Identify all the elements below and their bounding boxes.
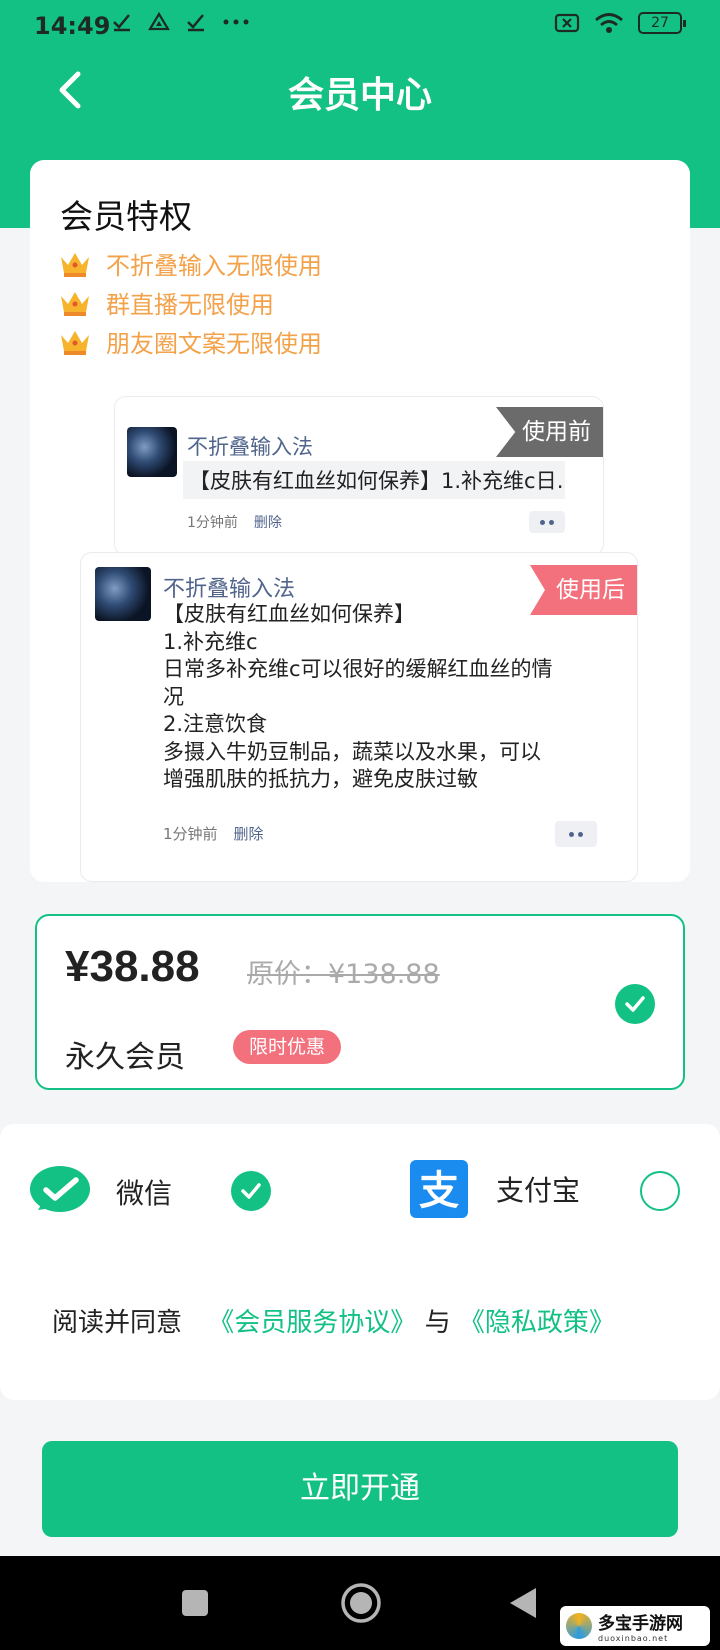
agreement-prefix: 阅读并同意: [52, 1308, 183, 1338]
battery-icon: 27: [638, 12, 686, 34]
status-bar: 14:49 27: [0, 0, 720, 56]
no-sim-icon: [554, 13, 580, 33]
avatar: [127, 427, 177, 477]
crown-icon: [61, 252, 89, 277]
plan-card[interactable]: ¥38.88 原价：¥138.88 永久会员 限时优惠: [35, 914, 685, 1090]
status-right-icons: 27: [554, 12, 686, 34]
status-time: 14:49: [34, 12, 111, 40]
post-author: 不折叠输入法: [163, 577, 296, 602]
post-time: 1分钟前: [163, 825, 218, 843]
perk-item: 群直播无限使用: [58, 285, 274, 320]
promo-badge: 限时优惠: [233, 1030, 342, 1064]
perk-item: 朋友圈文案无限使用: [58, 324, 322, 359]
alipay-label: 支付宝: [496, 1174, 581, 1207]
post-line: 日常多补充维c可以很好的缓解红血丝的情: [163, 657, 553, 681]
perk-label: 朋友圈文案无限使用: [106, 330, 322, 358]
agreement-connector: 与: [424, 1308, 451, 1338]
plan-selected-check-icon[interactable]: [615, 984, 655, 1024]
delete-link[interactable]: 删除: [234, 823, 264, 844]
before-tag: 使用前: [496, 407, 603, 457]
delete-link[interactable]: 删除: [254, 512, 282, 532]
post-line: 增强肌肤的抵抗力，避免皮肤过敏: [163, 767, 478, 791]
watermark-logo-icon: [566, 1613, 592, 1639]
post-line: 2.注意饮食: [163, 712, 268, 736]
post-time: 1分钟前: [187, 515, 238, 531]
check-icon: [187, 14, 204, 32]
perk-label: 群直播无限使用: [106, 291, 274, 319]
privilege-card: 会员特权 不折叠输入无限使用 群直播无限使用 朋友圈文案无限使用 不折叠输入法 …: [30, 160, 690, 882]
check-icon: [113, 14, 130, 32]
post-line: 多摄入牛奶豆制品，蔬菜以及水果，可以: [163, 739, 541, 764]
back-nav-icon[interactable]: [508, 1586, 538, 1620]
privileges-title: 会员特权: [60, 197, 192, 236]
drive-icon: [148, 12, 170, 31]
original-price: 原价：¥138.88: [247, 959, 440, 990]
post-line: 【皮肤有红血丝如何保养】: [163, 602, 415, 626]
wechat-label: 微信: [116, 1177, 173, 1210]
watermark: 多宝手游网 duoxinbao.net: [560, 1606, 710, 1646]
perk-label: 不折叠输入无限使用: [106, 252, 322, 280]
alipay-option[interactable]: 支 支付宝: [410, 1160, 580, 1218]
alipay-icon: 支: [410, 1160, 468, 1218]
more-button[interactable]: [529, 511, 565, 533]
svg-text:支: 支: [419, 1168, 459, 1214]
wechat-pay-option[interactable]: 微信: [28, 1164, 172, 1220]
avatar: [95, 567, 151, 621]
watermark-text: 多宝手游网: [598, 1614, 683, 1634]
post-meta: 1分钟前 删除: [163, 823, 264, 844]
terms-link[interactable]: 《会员服务协议》: [208, 1308, 416, 1338]
home-icon[interactable]: [340, 1582, 382, 1624]
plan-price: ¥38.88: [65, 942, 200, 991]
more-button[interactable]: [555, 821, 597, 847]
perk-item: 不折叠输入无限使用: [58, 246, 322, 281]
post-author: 不折叠输入法: [187, 435, 313, 459]
status-left-icons: [112, 12, 250, 32]
demo-post-after: 不折叠输入法 使用后 【皮肤有红血丝如何保养】 1.补充维c 日常多补充维c可以…: [80, 552, 638, 882]
demo-post-before: 不折叠输入法 使用前 【皮肤有红血丝如何保养】1.补充维c日… 1分钟前 删除: [114, 396, 604, 556]
page-title: 会员中心: [287, 75, 432, 116]
crown-icon: [61, 291, 89, 316]
recents-icon[interactable]: [180, 1588, 210, 1618]
watermark-url: duoxinbao.net: [598, 1634, 669, 1643]
agreement-line: 阅读并同意 《会员服务协议》 与 《隐私政策》: [52, 1302, 615, 1339]
plan-name: 永久会员: [65, 1040, 185, 1075]
alipay-radio[interactable]: [640, 1171, 680, 1211]
wechat-pay-icon: [30, 1166, 90, 1212]
privacy-link[interactable]: 《隐私政策》: [459, 1308, 615, 1338]
post-line: 1.补充维c: [163, 629, 258, 654]
crown-icon: [61, 330, 89, 355]
more-dots-icon: [223, 19, 249, 25]
activate-button[interactable]: 立即开通: [42, 1441, 678, 1537]
post-body: 【皮肤有红血丝如何保养】 1.补充维c 日常多补充维c可以很好的缓解红血丝的情 …: [163, 601, 613, 794]
post-line: 况: [163, 684, 184, 709]
system-nav-bar: 多宝手游网 duoxinbao.net: [0, 1556, 720, 1650]
wechat-selected-check-icon[interactable]: [231, 1171, 271, 1211]
payment-card: 微信 支 支付宝 阅读并同意 《会员服务协议》 与 《隐私政策》: [0, 1124, 720, 1400]
post-meta: 1分钟前 删除: [187, 512, 282, 532]
wifi-icon: [595, 13, 623, 33]
post-snippet: 【皮肤有红血丝如何保养】1.补充维c日…: [183, 461, 565, 499]
